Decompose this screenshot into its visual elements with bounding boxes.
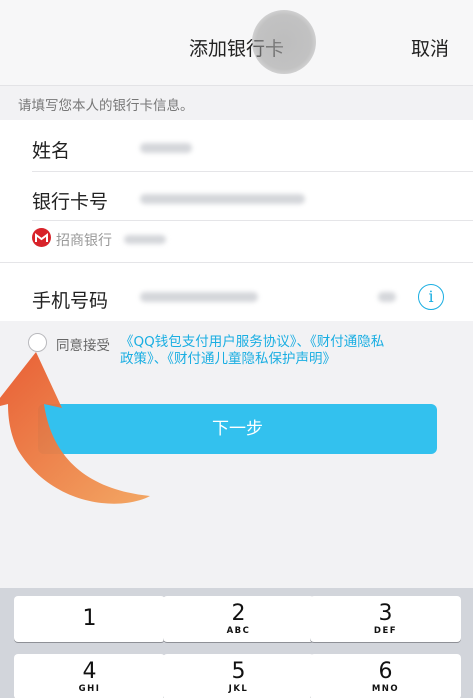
key-digit: 3 bbox=[378, 601, 393, 626]
key-digit: 4 bbox=[82, 659, 97, 684]
info-icon[interactable]: i bbox=[418, 284, 444, 310]
bank-logo-icon bbox=[32, 228, 51, 247]
page-title: 添加银行卡 bbox=[188, 38, 284, 60]
name-value-blurred[interactable] bbox=[140, 143, 192, 153]
key-digit: 6 bbox=[378, 659, 393, 684]
key-5[interactable]: 5 JKL bbox=[163, 654, 314, 698]
touch-indicator bbox=[252, 10, 316, 74]
numeric-keyboard: 1 2 ABC 3 DEF 4 GHI 5 JKL 6 MNO bbox=[0, 588, 473, 698]
tutorial-arrow-icon bbox=[0, 352, 150, 504]
key-1[interactable]: 1 bbox=[14, 596, 165, 642]
form-hint: 请填写您本人的银行卡信息。 bbox=[18, 98, 194, 114]
key-letters: JKL bbox=[228, 684, 249, 694]
key-letters: DEF bbox=[373, 626, 398, 636]
card-number-value-blurred[interactable] bbox=[140, 194, 305, 204]
key-digit: 5 bbox=[231, 659, 246, 684]
divider bbox=[32, 171, 473, 172]
nav-bar: 添加银行卡 取消 bbox=[0, 0, 473, 86]
cancel-button[interactable]: 取消 bbox=[411, 34, 449, 61]
divider bbox=[32, 220, 473, 221]
divider bbox=[0, 262, 473, 263]
card-number-label: 银行卡号 bbox=[32, 191, 109, 213]
key-4[interactable]: 4 GHI bbox=[14, 654, 165, 698]
key-2[interactable]: 2 ABC bbox=[163, 596, 314, 642]
name-label: 姓名 bbox=[32, 140, 71, 162]
key-letters: MNO bbox=[371, 684, 400, 694]
card-tail-blurred bbox=[124, 235, 166, 244]
key-digit: 2 bbox=[231, 601, 246, 626]
key-6[interactable]: 6 MNO bbox=[310, 654, 461, 698]
key-digit: 1 bbox=[82, 606, 97, 631]
key-letters: GHI bbox=[78, 684, 101, 694]
agreement-links[interactable]: 《QQ钱包支付用户服务协议》、《财付通隐私政策》、《财付通儿童隐私保护声明》 bbox=[120, 334, 390, 368]
key-letters: ABC bbox=[226, 626, 251, 636]
key-3[interactable]: 3 DEF bbox=[310, 596, 461, 642]
bank-name: 招商银行 bbox=[56, 233, 112, 249]
phone-clear-blurred[interactable] bbox=[378, 292, 396, 302]
